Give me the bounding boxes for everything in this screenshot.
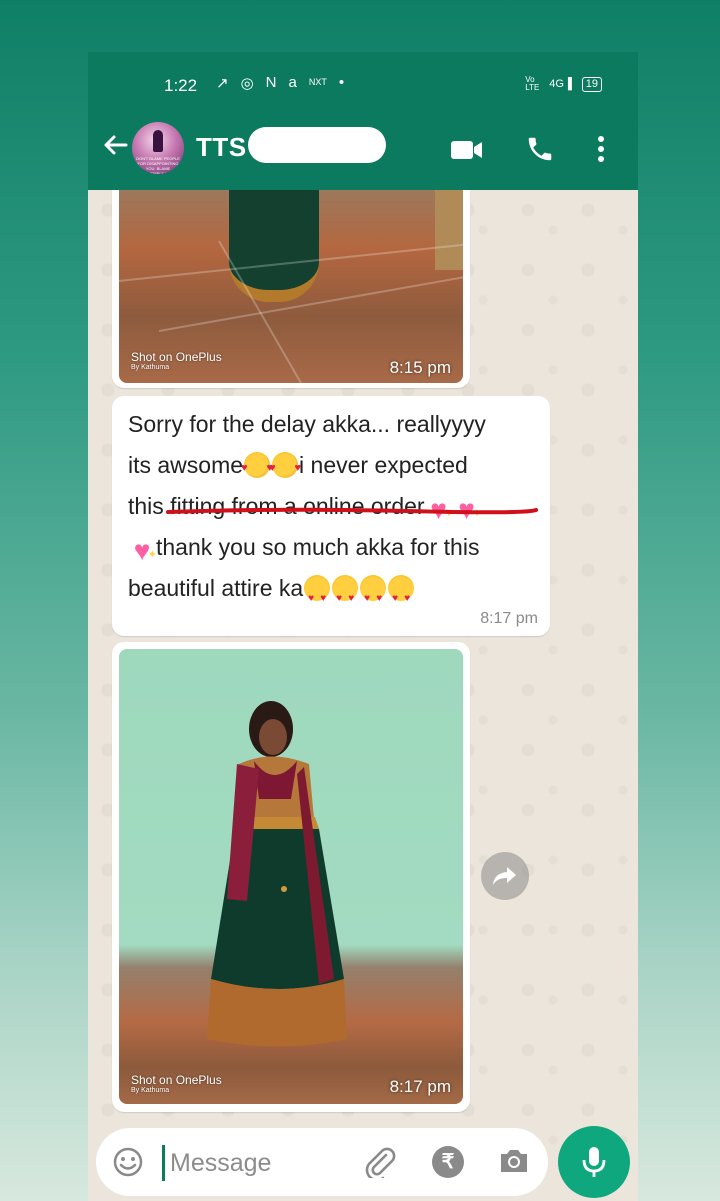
forward-icon [493,867,516,885]
whatsapp-chat-screen: 1:22 ↗ ◎ N a NXT • Vo LTE 4G▐ 19 DON'T B… [88,52,638,1201]
more-vert-icon[interactable] [595,134,607,164]
smiling-face-with-hearts-icon [241,448,273,489]
dot-icon: • [338,74,345,91]
back-arrow-icon[interactable] [100,130,130,160]
video-call-icon[interactable] [450,138,484,162]
rupee-payment-icon[interactable]: ₹ [432,1146,464,1178]
message-fragment: i never expected [299,452,468,478]
message-time: 8:17 pm [389,1077,451,1096]
nfc-icon: N [265,74,277,91]
phone-icon[interactable] [525,134,555,164]
photo-watermark: Shot on OnePlus By Kathuma [131,350,222,371]
saree-photo[interactable]: Shot on OnePlus By Kathuma 8:15 pm [119,190,463,383]
image-message[interactable]: Shot on OnePlus By Kathuma 8:15 pm [112,190,470,388]
notification-icons: ↗ ◎ N a NXT • [216,74,344,92]
message-line: its awsome i never expected [128,445,528,489]
mic-icon [582,1147,606,1177]
heart-eyes-icon [360,575,387,619]
message-fragment: its awsome [128,452,244,478]
name-redaction [248,127,386,163]
text-cursor [162,1145,165,1181]
message-line: ♥thank you so much akka for this [128,527,528,568]
amazon-icon: a [288,74,297,91]
photo-watermark: Shot on OnePlus By Kathuma [131,1073,222,1094]
contact-name[interactable]: TTS [196,132,247,163]
signal-icon: 4G▐ [549,78,572,90]
message-time: 8:17 pm [480,610,538,627]
camera-icon[interactable] [498,1146,530,1176]
watermark-text: Shot on OnePlus [131,350,222,364]
message-fragment: beautiful attire ka [128,575,304,601]
door [435,190,463,270]
voice-record-button[interactable] [558,1126,630,1198]
message-composer: ₹ [96,1128,548,1196]
nxt-icon: NXT [308,77,327,87]
saree-photo[interactable]: Shot on OnePlus By Kathuma 8:17 pm [119,649,463,1104]
chat-header: 1:22 ↗ ◎ N a NXT • Vo LTE 4G▐ 19 DON'T B… [88,52,638,190]
text-message[interactable]: Sorry for the delay akka... reallyyyy it… [112,396,550,636]
contact-avatar[interactable]: DON'T BLAME PEOPLE FOR DISAPPOINTING YOU… [132,122,184,174]
status-bar: 1:22 ↗ ◎ N a NXT • Vo LTE 4G▐ 19 [88,52,638,114]
battery-icon: 19 [581,76,602,92]
volte-icon: Vo LTE [525,75,540,92]
watermark-sub: By Kathuma [131,1087,170,1094]
message-time: 8:15 pm [389,358,451,377]
emoji-icon[interactable] [112,1146,144,1178]
attach-icon[interactable] [362,1146,396,1178]
watermark-text: Shot on OnePlus [131,1073,222,1087]
system-indicators: Vo LTE 4G▐ 19 [525,76,602,92]
network-type: 4G [549,78,564,90]
instagram-icon: ◎ [240,75,254,92]
smiling-face-with-hearts-icon [269,448,301,489]
status-time: 1:22 [164,76,198,95]
message-fragment: thank you so much akka for this [156,534,480,560]
forward-button[interactable] [481,852,529,900]
message-input[interactable] [168,1142,342,1184]
message-line: Sorry for the delay akka... reallyyyy [128,411,486,437]
heart-eyes-icon [332,575,359,619]
missed-call-icon: ↗ [216,75,229,92]
heart-eyes-icon [304,575,331,619]
watermark-sub: By Kathuma [131,364,170,371]
image-message[interactable]: Shot on OnePlus By Kathuma 8:17 pm [112,642,470,1112]
red-underline-annotation [166,507,538,515]
heart-eyes-icon [388,575,415,619]
avatar-figure [153,130,163,152]
woman-in-half-saree [207,701,347,1047]
avatar-caption: DON'T BLAME PEOPLE FOR DISAPPOINTING YOU… [136,156,180,174]
message-line: beautiful attire ka [128,568,528,619]
sparkling-heart-icon: ♥ [129,537,157,569]
